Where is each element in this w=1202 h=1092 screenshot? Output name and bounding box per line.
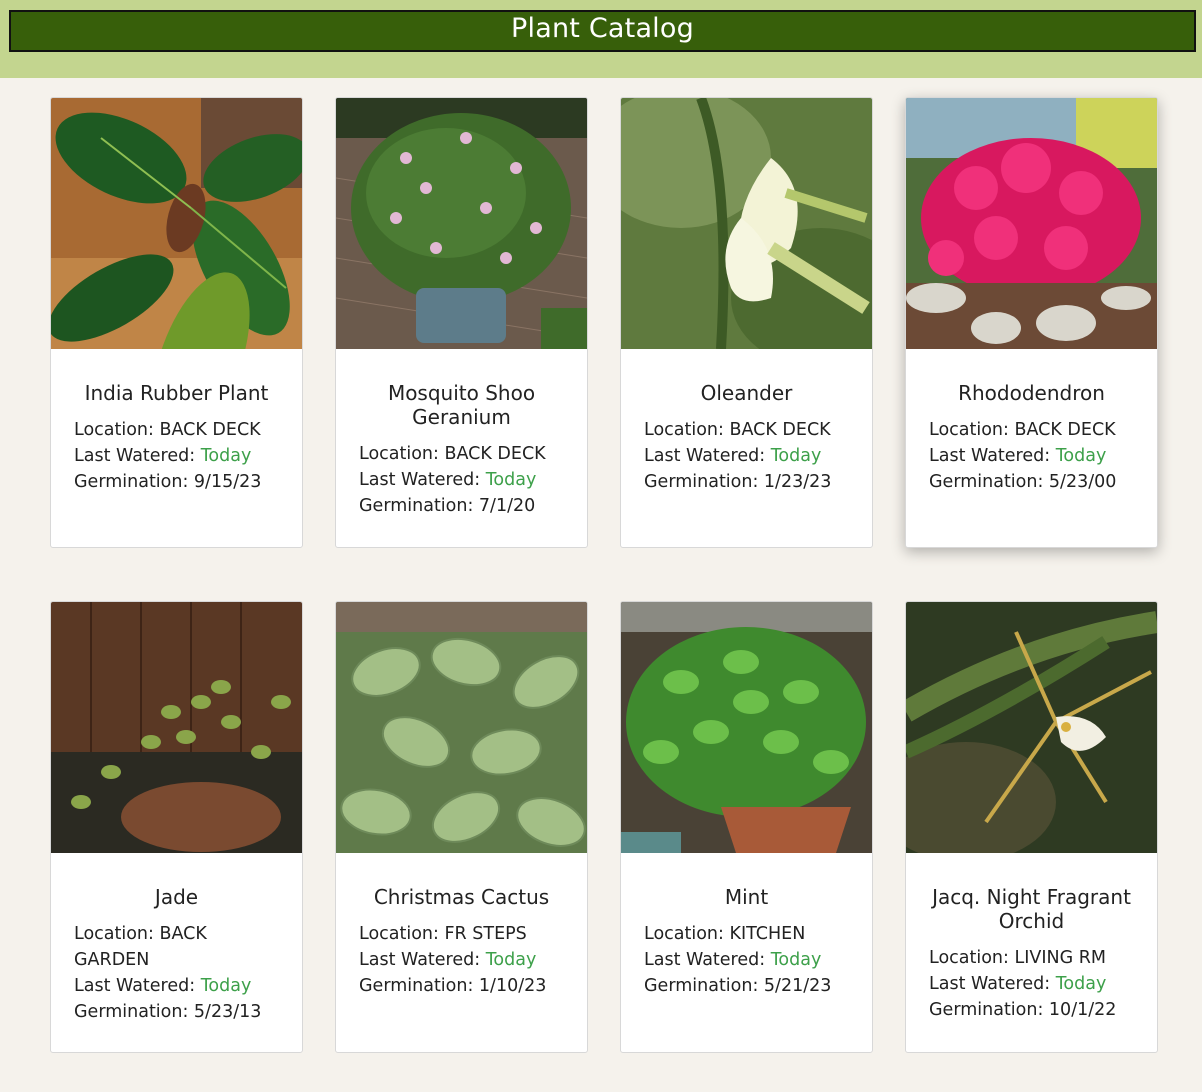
christmas-cactus-photo bbox=[336, 602, 587, 853]
germination-line: Germination: 5/21/23 bbox=[644, 976, 832, 996]
location-value: KITCHEN bbox=[729, 924, 806, 944]
location-line: Location: LIVING RM bbox=[929, 948, 1107, 968]
plant-card[interactable]: India Rubber Plant Location: BACK DECK L… bbox=[50, 97, 303, 548]
germination-value: 5/23/00 bbox=[1048, 472, 1117, 492]
plant-card[interactable]: Mint Location: KITCHEN Last Watered: Tod… bbox=[620, 601, 873, 1053]
watered-line: Last Watered: Today bbox=[74, 446, 252, 466]
germination-value: 5/21/23 bbox=[763, 976, 832, 996]
oleander-photo bbox=[621, 98, 872, 349]
title-banner: Plant Catalog bbox=[9, 10, 1196, 52]
watered-line: Last Watered: Today bbox=[359, 470, 537, 490]
plant-card[interactable]: Oleander Location: BACK DECK Last Watere… bbox=[620, 97, 873, 548]
location-value: BACK DECK bbox=[1014, 420, 1116, 440]
plant-card[interactable]: Christmas Cactus Location: FR STEPS Last… bbox=[335, 601, 588, 1053]
watered-value: Today bbox=[770, 950, 822, 970]
plant-name: Oleander bbox=[700, 381, 793, 405]
germination-value: 9/15/23 bbox=[193, 472, 262, 492]
geranium-photo bbox=[336, 98, 587, 349]
plant-name: Mosquito Shoo Geranium bbox=[387, 381, 536, 429]
location-value: BACK DECK bbox=[444, 444, 546, 464]
watered-line: Last Watered: Today bbox=[74, 976, 252, 996]
watered-line: Last Watered: Today bbox=[929, 974, 1107, 994]
watered-value: Today bbox=[1055, 974, 1107, 994]
plant-card[interactable]: Rhododendron Location: BACK DECK Last Wa… bbox=[905, 97, 1158, 548]
location-line: Location: KITCHEN bbox=[644, 924, 806, 944]
location-line: Location: FR STEPS bbox=[359, 924, 527, 944]
germination-line: Germination: 1/23/23 bbox=[644, 472, 832, 492]
plant-name: Rhododendron bbox=[958, 381, 1105, 405]
location-line: Location: BACK DECK bbox=[74, 420, 261, 440]
rubber-plant-photo bbox=[51, 98, 302, 349]
plant-card[interactable]: Jade Location: BACK GARDEN Last Watered:… bbox=[50, 601, 303, 1053]
watered-line: Last Watered: Today bbox=[929, 446, 1107, 466]
watered-line: Last Watered: Today bbox=[644, 950, 822, 970]
mint-photo bbox=[621, 602, 872, 853]
plant-card[interactable]: Jacq. Night Fragrant Orchid Location: LI… bbox=[905, 601, 1158, 1053]
germination-line: Germination: 7/1/20 bbox=[359, 496, 536, 516]
watered-value: Today bbox=[485, 950, 537, 970]
jade-photo bbox=[51, 602, 302, 853]
watered-value: Today bbox=[770, 446, 822, 466]
location-value: BACK DECK bbox=[729, 420, 831, 440]
germination-value: 7/1/20 bbox=[478, 496, 536, 516]
watered-value: Today bbox=[485, 470, 537, 490]
germination-line: Germination: 1/10/23 bbox=[359, 976, 547, 996]
watered-value: Today bbox=[200, 976, 252, 996]
location-line: Location: BACK GARDEN bbox=[74, 924, 207, 970]
germination-line: Germination: 9/15/23 bbox=[74, 472, 262, 492]
location-line: Location: BACK DECK bbox=[644, 420, 831, 440]
rhododendron-photo bbox=[906, 98, 1157, 349]
watered-line: Last Watered: Today bbox=[644, 446, 822, 466]
plant-name: Christmas Cactus bbox=[373, 885, 550, 909]
plant-name: Jacq. Night Fragrant Orchid bbox=[932, 885, 1131, 933]
germination-value: 5/23/13 bbox=[193, 1002, 262, 1022]
germination-value: 1/10/23 bbox=[478, 976, 547, 996]
germination-line: Germination: 5/23/00 bbox=[929, 472, 1117, 492]
plant-name: India Rubber Plant bbox=[84, 381, 269, 405]
germination-line: Germination: 5/23/13 bbox=[74, 1002, 262, 1022]
header-bar: Plant Catalog bbox=[0, 0, 1202, 78]
germination-value: 1/23/23 bbox=[763, 472, 832, 492]
location-value: LIVING RM bbox=[1014, 948, 1107, 968]
location-value: BACK DECK bbox=[159, 420, 261, 440]
plant-card[interactable]: Mosquito Shoo Geranium Location: BACK DE… bbox=[335, 97, 588, 548]
watered-value: Today bbox=[1055, 446, 1107, 466]
location-line: Location: BACK DECK bbox=[929, 420, 1116, 440]
plant-name: Jade bbox=[154, 885, 199, 909]
watered-value: Today bbox=[200, 446, 252, 466]
watered-line: Last Watered: Today bbox=[359, 950, 537, 970]
location-line: Location: BACK DECK bbox=[359, 444, 546, 464]
page-title: Plant Catalog bbox=[511, 12, 694, 44]
plant-name: Mint bbox=[724, 885, 769, 909]
orchid-photo bbox=[906, 602, 1157, 853]
germination-value: 10/1/22 bbox=[1048, 1000, 1117, 1020]
germination-line: Germination: 10/1/22 bbox=[929, 1000, 1117, 1020]
plant-grid: India Rubber Plant Location: BACK DECK L… bbox=[50, 97, 1158, 1053]
location-value: FR STEPS bbox=[444, 924, 527, 944]
